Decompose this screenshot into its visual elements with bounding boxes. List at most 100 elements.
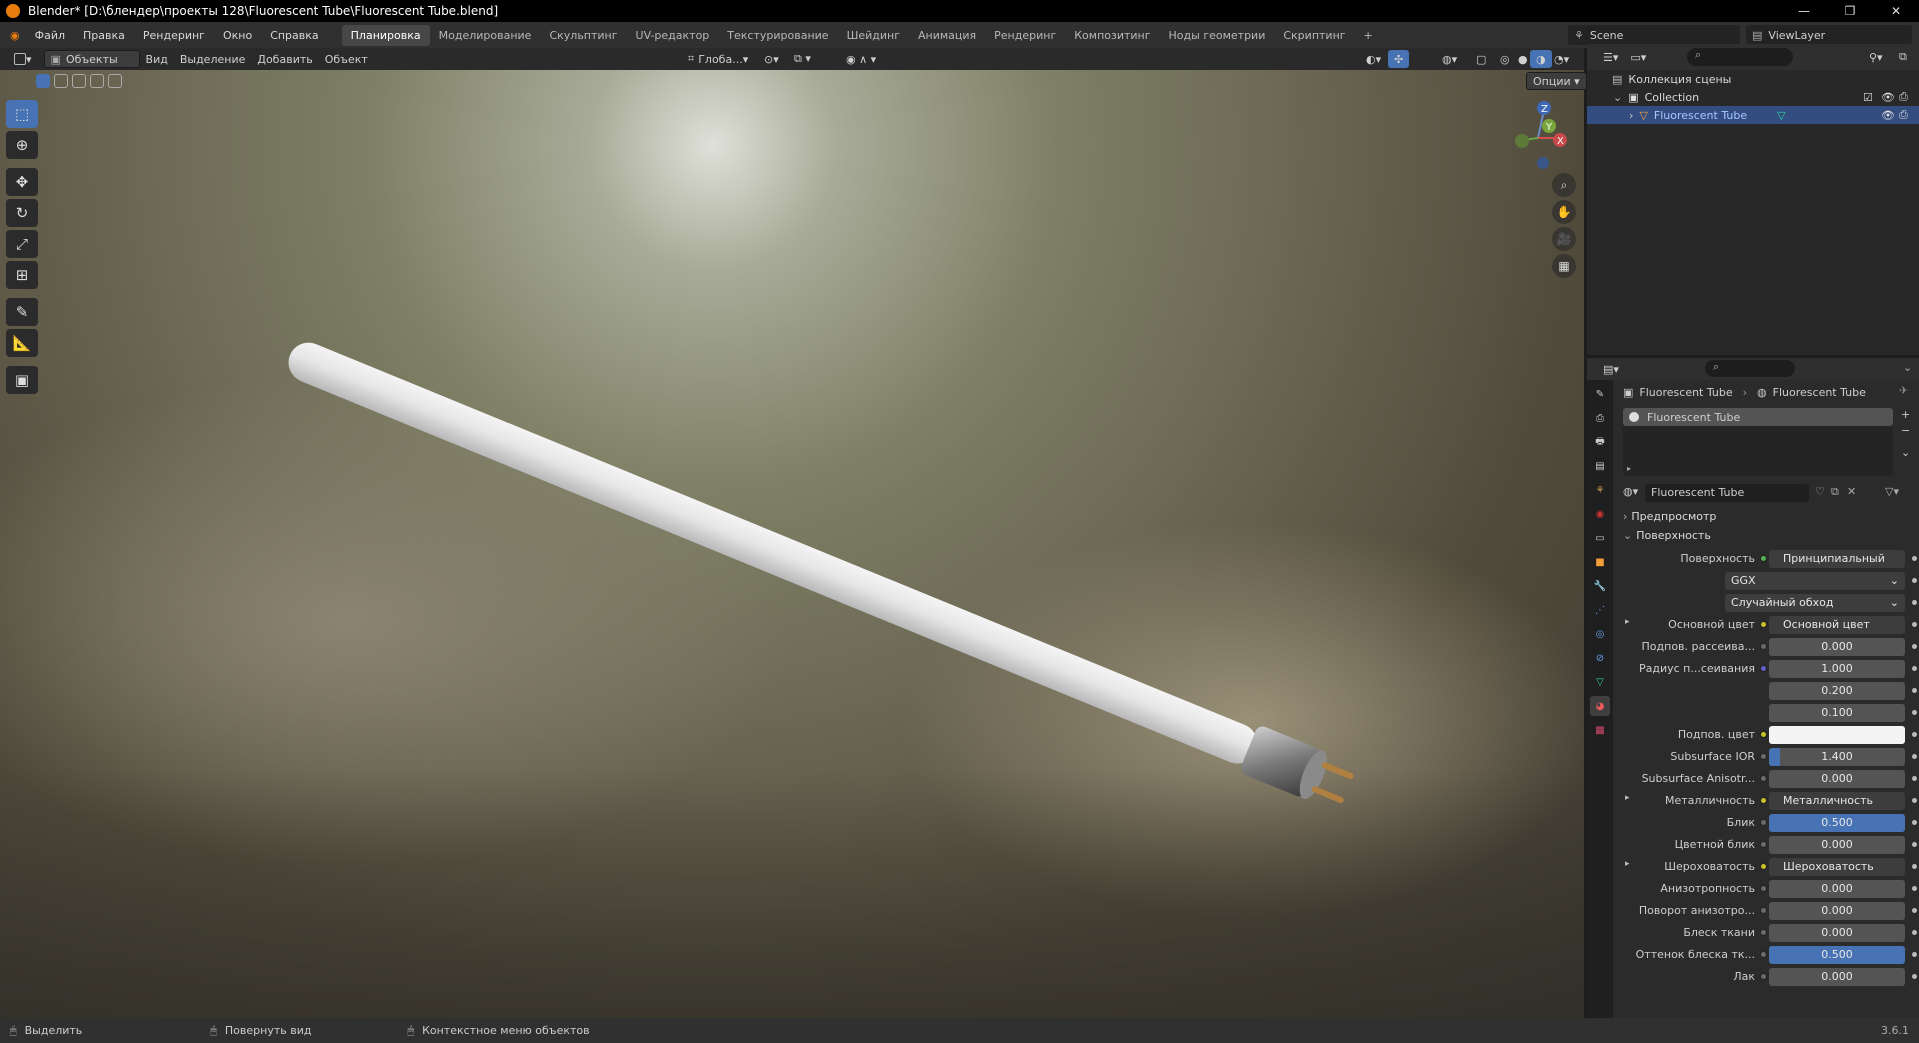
outliner-row-collection[interactable]: ⌄ ▣ Collection ☑ 👁 ⎙	[1587, 88, 1919, 106]
select-extend-icon[interactable]	[54, 74, 68, 88]
color-swatch[interactable]	[1769, 726, 1905, 744]
move-tool-icon[interactable]: ✥	[6, 168, 38, 196]
data-tab-icon[interactable]: ▽	[1590, 672, 1610, 692]
visibility-icon[interactable]: ◐▾	[1360, 50, 1387, 68]
expand-list-icon[interactable]: ▸	[1627, 464, 1631, 473]
pan-hand-icon[interactable]: ✋	[1552, 200, 1576, 224]
blender-menu-icon[interactable]: ◉	[0, 29, 26, 42]
object-eye-icon[interactable]: 👁	[1881, 109, 1895, 122]
collection-camera-icon[interactable]: ⎙	[1899, 90, 1908, 104]
outliner-search-input[interactable]: ⌕	[1687, 48, 1793, 66]
link-mode-icon[interactable]: ▽▾	[1885, 485, 1899, 498]
menu-edit[interactable]: Правка	[74, 29, 134, 42]
transform-tool-icon[interactable]: ⊞	[6, 261, 38, 289]
render-tab-icon[interactable]: ⎙	[1590, 408, 1610, 428]
number-slider[interactable]: 0.500	[1769, 946, 1905, 964]
material-slot-item[interactable]: Fluorescent Tube	[1623, 408, 1893, 426]
select-subtract-icon[interactable]	[72, 74, 86, 88]
menu-file[interactable]: Файл	[26, 29, 74, 42]
gizmo-toggle-icon[interactable]: ✣	[1388, 50, 1410, 68]
properties-search-input[interactable]: ⌕	[1705, 360, 1795, 377]
expand-socket-icon[interactable]: ▸	[1625, 859, 1630, 869]
socket-icon[interactable]	[1760, 797, 1767, 804]
keyframe-dot-icon[interactable]	[1912, 666, 1917, 671]
socket-icon[interactable]	[1760, 731, 1767, 738]
scale-tool-icon[interactable]: ⤢	[6, 230, 38, 258]
fluorescent-tube-model[interactable]	[0, 70, 1584, 1018]
particles-tab-icon[interactable]: ⋰	[1590, 600, 1610, 620]
keyframe-dot-icon[interactable]	[1912, 578, 1917, 583]
remove-slot-icon[interactable]: −	[1901, 424, 1910, 437]
dropdown-select[interactable]: ⌄ Случайный обход	[1725, 594, 1905, 612]
3d-viewport[interactable]	[0, 70, 1584, 1018]
number-slider[interactable]: 0.000	[1769, 902, 1905, 920]
physics-tab-icon[interactable]: ◎	[1590, 624, 1610, 644]
view-layer-selector[interactable]: ▤ ViewLayer	[1746, 25, 1912, 45]
tab-rendering[interactable]: Рендеринг	[985, 25, 1065, 46]
add-workspace-button[interactable]: +	[1355, 25, 1382, 46]
perspective-grid-icon[interactable]: ▦	[1552, 254, 1576, 278]
menu-select[interactable]: Выделение	[174, 50, 252, 68]
number-slider[interactable]: 0.000	[1769, 880, 1905, 898]
camera-view-icon[interactable]: 🎥	[1552, 227, 1576, 251]
object-camera-icon[interactable]: ⎙	[1899, 108, 1908, 122]
number-slider[interactable]: 0.000	[1769, 770, 1905, 788]
expand-arrow-icon[interactable]: ⌄	[1613, 91, 1622, 104]
outliner-row-scene-collection[interactable]: ▤ Коллекция сцены	[1587, 70, 1919, 88]
preview-panel-header[interactable]: › Предпросмотр	[1623, 510, 1915, 528]
expand-socket-icon[interactable]: ▸	[1625, 617, 1630, 627]
properties-options-icon[interactable]: ⌄	[1903, 361, 1912, 374]
tab-modeling[interactable]: Моделирование	[430, 25, 541, 46]
tab-sculpting[interactable]: Скульптинг	[540, 25, 626, 46]
menu-window[interactable]: Окно	[214, 29, 261, 42]
modifier-tab-icon[interactable]: 🔧	[1590, 576, 1610, 596]
xray-icon[interactable]: ▢	[1470, 50, 1492, 68]
keyframe-dot-icon[interactable]	[1912, 842, 1917, 847]
duplicate-material-icon[interactable]: ⧉	[1831, 485, 1839, 499]
select-invert-icon[interactable]	[90, 74, 104, 88]
linked-input-field[interactable]: Шероховатость	[1769, 858, 1905, 876]
cursor-tool-icon[interactable]: ⊕	[6, 131, 38, 159]
socket-icon[interactable]	[1760, 863, 1767, 870]
tab-geometry-nodes[interactable]: Ноды геометрии	[1160, 25, 1275, 46]
outliner-row-object[interactable]: › ▽ Fluorescent Tube ▽ 👁 ⎙	[1587, 106, 1919, 124]
socket-icon[interactable]	[1760, 643, 1767, 650]
tab-compositing[interactable]: Композитинг	[1065, 25, 1159, 46]
transform-orientation[interactable]: ⌗ Глоба... ▾	[682, 50, 754, 68]
minimize-button[interactable]: —	[1781, 0, 1827, 22]
socket-icon[interactable]	[1760, 621, 1767, 628]
number-slider[interactable]: 0.000	[1769, 968, 1905, 986]
navigation-gizmo[interactable]: Z Y X	[1506, 98, 1570, 174]
keyframe-dot-icon[interactable]	[1912, 798, 1917, 803]
properties-editor-type-icon[interactable]: ▤▾	[1597, 360, 1625, 378]
constraints-tab-icon[interactable]: ⊘	[1590, 648, 1610, 668]
add-slot-icon[interactable]: +	[1901, 408, 1910, 421]
add-cube-tool-icon[interactable]: ▣	[6, 366, 38, 394]
zoom-icon[interactable]: ⌕	[1552, 173, 1576, 197]
socket-icon[interactable]	[1760, 665, 1767, 672]
socket-icon[interactable]	[1760, 885, 1767, 892]
number-slider[interactable]: 0.000	[1769, 924, 1905, 942]
keyframe-dot-icon[interactable]	[1912, 908, 1917, 913]
unlink-material-icon[interactable]: ✕	[1847, 485, 1856, 498]
socket-icon[interactable]	[1760, 819, 1767, 826]
tab-shading[interactable]: Шейдинг	[838, 25, 909, 46]
socket-icon[interactable]	[1760, 775, 1767, 782]
options-dropdown[interactable]: Опции ▾	[1526, 72, 1587, 90]
menu-render[interactable]: Рендеринг	[134, 29, 214, 42]
menu-help[interactable]: Справка	[261, 29, 327, 42]
select-box-tool-icon[interactable]: ⬚	[6, 100, 38, 128]
keyframe-dot-icon[interactable]	[1912, 556, 1917, 561]
editor-type-button[interactable]: ▾	[8, 50, 38, 68]
keyframe-dot-icon[interactable]	[1912, 952, 1917, 957]
menu-view[interactable]: Вид	[140, 50, 174, 68]
expand-socket-icon[interactable]: ▸	[1625, 793, 1630, 803]
tab-scripting[interactable]: Скриптинг	[1274, 25, 1354, 46]
number-slider[interactable]: 0.100	[1769, 704, 1905, 722]
overlay-icon[interactable]: ◍▾	[1436, 50, 1463, 68]
number-slider[interactable]: 0.000	[1769, 836, 1905, 854]
display-mode-icon[interactable]: ▭▾	[1624, 48, 1652, 66]
slot-specials-icon[interactable]: ⌄	[1901, 446, 1910, 459]
outliner-editor-type-icon[interactable]: ☰▾	[1597, 48, 1624, 66]
number-slider[interactable]: 1.000	[1769, 660, 1905, 678]
